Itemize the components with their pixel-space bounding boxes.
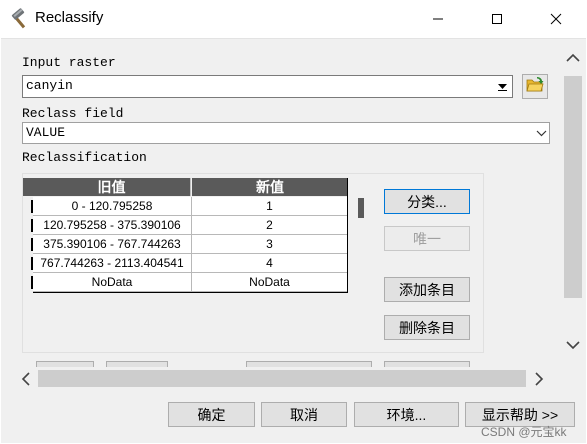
old-value-cell[interactable]: NoData	[33, 273, 192, 292]
chevron-left-icon[interactable]	[18, 370, 32, 387]
open-folder-icon	[526, 76, 544, 97]
old-value-cell[interactable]: 0 - 120.795258	[33, 197, 192, 216]
unique-button[interactable]: 唯一	[384, 226, 470, 251]
maximize-button[interactable]	[474, 0, 520, 38]
input-raster-value: canyin	[26, 78, 73, 93]
table-row[interactable]: 120.795258 - 375.390106 2	[23, 216, 348, 235]
table-row[interactable]: 375.390106 - 767.744263 3	[23, 235, 348, 254]
minimize-button[interactable]	[415, 0, 461, 38]
table-scroll-thumb[interactable]	[358, 198, 364, 218]
reclassification-label: Reclassification	[22, 150, 147, 165]
environments-button[interactable]: 环境...	[354, 402, 459, 427]
chevron-down-icon[interactable]	[494, 77, 511, 96]
input-raster-combo[interactable]: canyin	[22, 75, 513, 98]
row-selector[interactable]	[23, 254, 33, 273]
ok-button[interactable]: 确定	[168, 402, 255, 427]
table-row[interactable]: 0 - 120.795258 1	[23, 197, 348, 216]
cancel-button[interactable]: 取消	[261, 402, 347, 427]
horizontal-scrollbar[interactable]	[14, 367, 552, 389]
row-selector[interactable]	[23, 197, 33, 216]
classify-button[interactable]: 分类...	[384, 189, 470, 214]
delete-entry-button[interactable]: 删除条目	[384, 315, 470, 340]
row-selector[interactable]	[23, 235, 33, 254]
hammer-icon	[9, 8, 31, 30]
input-raster-label: Input raster	[22, 55, 116, 70]
table-corner	[23, 178, 33, 196]
chevron-up-icon[interactable]	[564, 49, 582, 65]
new-value-cell[interactable]: NoData	[192, 273, 348, 292]
old-value-cell[interactable]: 767.744263 - 2113.404541	[33, 254, 192, 273]
browse-folder-button[interactable]	[522, 74, 548, 99]
table-row[interactable]: 767.744263 - 2113.404541 4	[23, 254, 348, 273]
new-value-cell[interactable]: 1	[192, 197, 348, 216]
old-value-cell[interactable]: 120.795258 - 375.390106	[33, 216, 192, 235]
old-value-cell[interactable]: 375.390106 - 767.744263	[33, 235, 192, 254]
new-value-cell[interactable]: 4	[192, 254, 348, 273]
table-row[interactable]: NoData NoData	[23, 273, 348, 292]
row-selector[interactable]	[23, 273, 33, 292]
new-value-cell[interactable]: 3	[192, 235, 348, 254]
new-value-cell[interactable]: 2	[192, 216, 348, 235]
reclass-field-label: Reclass field	[22, 106, 124, 121]
window-title: Reclassify	[35, 9, 104, 26]
chevron-right-icon[interactable]	[532, 370, 546, 387]
vertical-scrollbar[interactable]	[560, 39, 586, 359]
chevron-down-icon[interactable]	[534, 124, 548, 143]
chevron-down-icon[interactable]	[564, 337, 582, 353]
horizontal-scroll-thumb[interactable]	[38, 370, 526, 387]
add-entry-button[interactable]: 添加条目	[384, 277, 470, 302]
column-header-old[interactable]: 旧值	[33, 178, 191, 196]
watermark-text: CSDN @元宝kk	[481, 425, 567, 439]
title-bar: Reclassify	[0, 0, 587, 38]
close-button[interactable]	[533, 0, 579, 38]
row-selector[interactable]	[23, 216, 33, 235]
vertical-scroll-thumb[interactable]	[564, 76, 582, 298]
column-header-new[interactable]: 新值	[192, 178, 348, 196]
reclass-field-combo[interactable]: VALUE	[22, 122, 550, 144]
reclass-field-value: VALUE	[26, 125, 66, 140]
